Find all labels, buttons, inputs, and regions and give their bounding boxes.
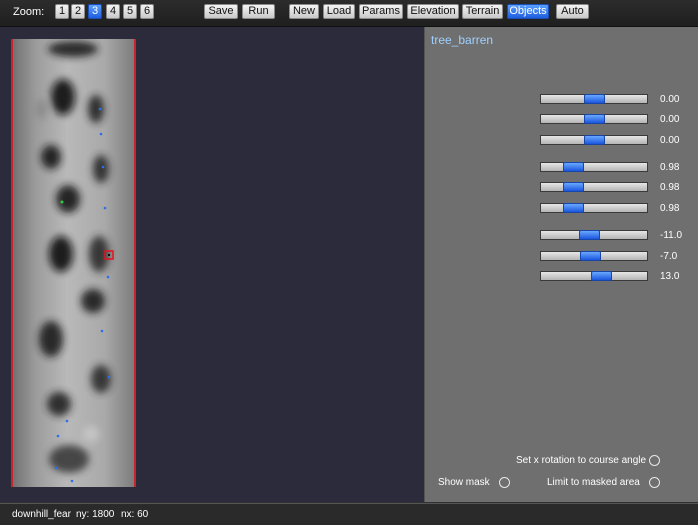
param-slider-7[interactable] xyxy=(540,230,648,240)
slider-thumb[interactable] xyxy=(584,94,605,104)
slider-thumb[interactable] xyxy=(584,114,605,124)
zoom-4-button[interactable]: 4 xyxy=(106,4,120,19)
param-value-7: -11.0 xyxy=(660,230,683,241)
load-button[interactable]: Load xyxy=(323,4,355,19)
terrain-button[interactable]: Terrain xyxy=(462,4,503,19)
param-value-9: 13.0 xyxy=(660,271,680,282)
param-slider-8[interactable] xyxy=(540,251,648,261)
param-slider-1[interactable] xyxy=(540,94,648,104)
param-value-2: 0.00 xyxy=(660,114,680,125)
object-name: tree_barren xyxy=(431,33,494,47)
params-button[interactable]: Params xyxy=(359,4,403,19)
objects-button[interactable]: Objects xyxy=(507,4,549,19)
elevation-button[interactable]: Elevation xyxy=(407,4,459,19)
param-slider-4[interactable] xyxy=(540,162,648,172)
new-button[interactable]: New xyxy=(289,4,319,19)
zoom-2-button[interactable]: 2 xyxy=(71,4,85,19)
param-slider-9[interactable] xyxy=(540,271,648,281)
param-value-8: -7.0 xyxy=(660,251,678,262)
zoom-5-button[interactable]: 5 xyxy=(123,4,137,19)
slider-thumb[interactable] xyxy=(563,203,584,213)
param-slider-5[interactable] xyxy=(540,182,648,192)
param-value-3: 0.00 xyxy=(660,135,680,146)
param-value-6: 0.98 xyxy=(660,203,680,214)
param-slider-6[interactable] xyxy=(540,203,648,213)
slider-thumb[interactable] xyxy=(580,251,601,261)
zoom-3-button[interactable]: 3 xyxy=(88,4,102,19)
param-slider-3[interactable] xyxy=(540,135,648,145)
param-value-1: 0.00 xyxy=(660,94,680,105)
slider-thumb[interactable] xyxy=(563,162,584,172)
x-rotation-radio[interactable] xyxy=(649,455,660,466)
save-button[interactable]: Save xyxy=(204,4,238,19)
zoom-label: Zoom: xyxy=(13,6,45,18)
param-slider-2[interactable] xyxy=(540,114,648,124)
limit-mask-radio[interactable] xyxy=(649,477,660,488)
slider-thumb[interactable] xyxy=(591,271,612,281)
show-mask-label: Show mask xyxy=(438,477,490,488)
param-value-5: 0.98 xyxy=(660,182,680,193)
slider-thumb[interactable] xyxy=(584,135,605,145)
terrain-shading xyxy=(35,41,114,483)
terrain-heightmap[interactable] xyxy=(11,39,136,487)
slider-thumb[interactable] xyxy=(563,182,584,192)
auto-button[interactable]: Auto xyxy=(556,4,589,19)
grid-nx: nx: 60 xyxy=(121,509,149,520)
limit-mask-label: Limit to masked area xyxy=(547,477,640,488)
course-file-name: downhill_fear xyxy=(12,509,71,520)
zoom-1-button[interactable]: 1 xyxy=(55,4,69,19)
status-bar: downhill_fear ny: 1800 nx: 60 xyxy=(0,503,698,525)
toolbar: Zoom: 1 2 3 4 5 6 Save Run New Load Para… xyxy=(0,0,698,27)
param-value-4: 0.98 xyxy=(660,162,680,173)
show-mask-radio[interactable] xyxy=(499,477,510,488)
x-rotation-label: Set x rotation to course angle xyxy=(516,455,647,466)
slider-thumb[interactable] xyxy=(579,230,600,240)
grid-ny: ny: 1800 xyxy=(76,509,115,520)
zoom-6-button[interactable]: 6 xyxy=(140,4,154,19)
run-button[interactable]: Run xyxy=(242,4,275,19)
